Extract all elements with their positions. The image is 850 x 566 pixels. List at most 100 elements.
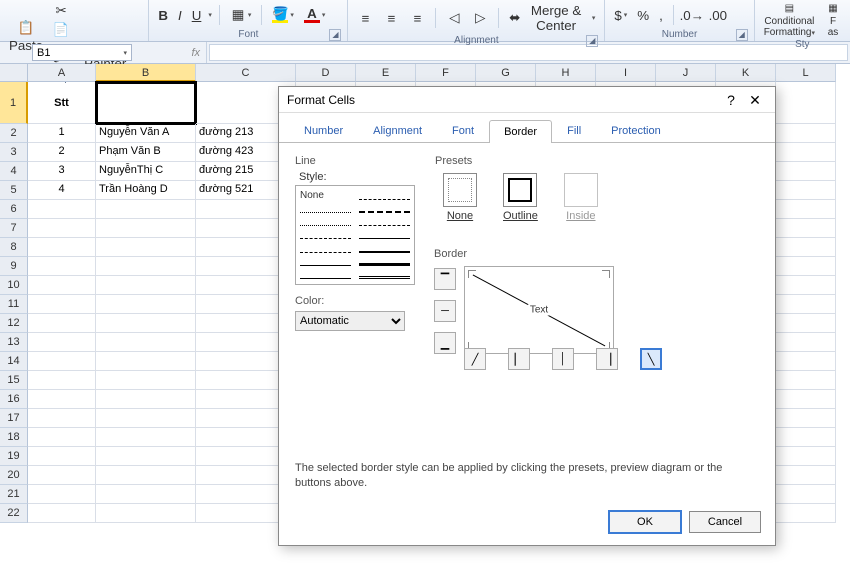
cell[interactable] [96,219,196,238]
cell[interactable] [776,257,836,276]
italic-button[interactable]: I [175,7,185,24]
cell[interactable] [776,314,836,333]
row-header[interactable]: 13 [0,333,28,352]
cell[interactable] [28,276,96,295]
row-header[interactable]: 1 [0,82,28,124]
chevron-down-icon[interactable]: ▾ [123,49,127,57]
copy-button[interactable]: 📄 [50,21,142,39]
cell[interactable] [96,390,196,409]
cell[interactable] [28,257,96,276]
preset-outline[interactable]: Outline [503,173,538,222]
tab-protection[interactable]: Protection [596,119,676,142]
name-box[interactable]: ▾ [32,44,132,61]
row-header[interactable]: 10 [0,276,28,295]
currency-button[interactable]: $▾ [611,7,630,24]
bold-button[interactable]: B [155,7,171,24]
format-as-table-button[interactable]: ▦ Fas [822,2,844,38]
line-style-option[interactable] [359,229,410,239]
cell[interactable] [28,200,96,219]
line-style-option[interactable] [300,269,351,279]
font-launcher-icon[interactable]: ◢ [329,29,341,41]
cell[interactable]: Nguyễn Văn A [96,124,196,143]
line-style-option[interactable] [359,203,410,213]
cell[interactable] [28,466,96,485]
cell[interactable] [96,371,196,390]
border-vertical-button[interactable]: │ [552,348,574,370]
cell[interactable] [776,352,836,371]
column-header[interactable]: K [716,64,776,82]
row-header[interactable]: 7 [0,219,28,238]
conditional-formatting-button[interactable]: ▤ ConditionalFormatting▾ [761,2,818,38]
cell[interactable] [96,200,196,219]
column-header[interactable]: E [356,64,416,82]
column-header[interactable]: A [28,64,96,82]
cell[interactable] [28,485,96,504]
close-button[interactable]: ✕ [743,90,767,110]
border-top-button[interactable]: ▔ [434,268,456,290]
cell[interactable] [776,409,836,428]
row-header[interactable]: 22 [0,504,28,523]
cell[interactable] [96,447,196,466]
cell[interactable] [28,333,96,352]
line-style-option[interactable] [300,256,351,266]
cell[interactable] [776,504,836,523]
cell[interactable] [776,295,836,314]
line-style-option[interactable] [359,190,410,200]
underline-button[interactable]: U [189,7,205,24]
cell[interactable] [28,428,96,447]
cell[interactable]: 1 [28,124,96,143]
cell[interactable] [96,276,196,295]
line-style-picker[interactable]: None [295,185,415,285]
cell[interactable] [28,447,96,466]
cell[interactable] [28,238,96,257]
cell[interactable] [776,124,836,143]
cell[interactable] [776,181,836,200]
border-bottom-button[interactable]: ▁ [434,332,456,354]
cell[interactable] [776,390,836,409]
cell[interactable] [776,485,836,504]
column-header[interactable]: D [296,64,356,82]
cell[interactable] [776,162,836,181]
cancel-button[interactable]: Cancel [689,511,761,533]
cell[interactable] [776,276,836,295]
line-style-option[interactable] [300,229,351,239]
border-preview[interactable]: Text [464,266,614,354]
row-header[interactable]: 12 [0,314,28,333]
cell[interactable] [28,314,96,333]
column-header[interactable]: C [196,64,296,82]
cell[interactable] [776,466,836,485]
cell[interactable] [96,295,196,314]
row-header[interactable]: 19 [0,447,28,466]
cell[interactable] [28,504,96,523]
cell[interactable] [776,371,836,390]
row-header[interactable]: 16 [0,390,28,409]
line-style-option[interactable] [300,216,351,226]
number-launcher-icon[interactable]: ◢ [736,29,748,41]
cell[interactable] [96,428,196,447]
row-header[interactable]: 3 [0,143,28,162]
cell[interactable] [96,314,196,333]
percent-button[interactable]: % [634,7,652,24]
ok-button[interactable]: OK [609,511,681,533]
cell[interactable] [96,238,196,257]
cell[interactable] [96,333,196,352]
row-header[interactable]: 8 [0,238,28,257]
cell[interactable] [28,409,96,428]
align-right-button[interactable]: ≡ [406,9,428,27]
cell[interactable] [776,333,836,352]
cell[interactable] [96,504,196,523]
cell[interactable] [776,219,836,238]
preset-inside[interactable]: Inside [564,173,598,222]
cell[interactable] [776,428,836,447]
decrease-decimal-button[interactable]: .00 [707,6,729,24]
border-diag-up-button[interactable]: ╱ [464,348,486,370]
cell[interactable]: Trần Hoàng D [96,181,196,200]
cut-button[interactable]: ✂ [50,2,142,20]
preset-none[interactable]: None [443,173,477,222]
cell[interactable] [96,352,196,371]
cell[interactable] [776,200,836,219]
cell[interactable] [96,82,196,124]
line-style-option[interactable] [300,243,351,253]
column-header[interactable]: L [776,64,836,82]
cell[interactable] [28,295,96,314]
